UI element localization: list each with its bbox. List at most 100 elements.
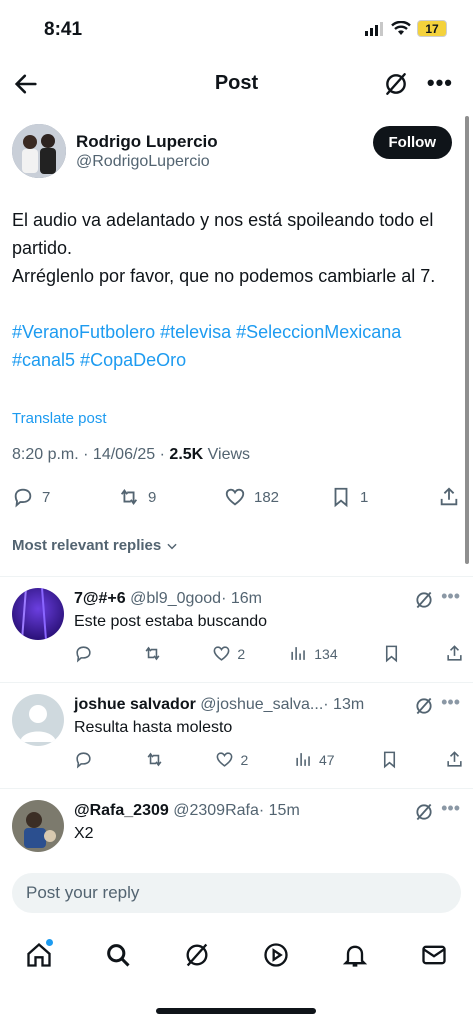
- reply-header: @Rafa_2309 @2309Rafa· 15m: [74, 802, 300, 820]
- play-icon: [264, 943, 288, 967]
- more-options-icon[interactable]: •••: [441, 586, 460, 607]
- divider: [0, 682, 473, 683]
- translate-post-link[interactable]: Translate post: [12, 410, 107, 427]
- author-avatar[interactable]: [12, 124, 66, 178]
- bookmark-button[interactable]: [382, 644, 401, 663]
- status-bar: 8:41 17: [0, 0, 473, 60]
- reply-icon: [76, 752, 91, 769]
- share-icon: [447, 645, 462, 661]
- grok-icon[interactable]: [414, 590, 434, 610]
- grok-icon[interactable]: [383, 71, 409, 97]
- nav-search[interactable]: [98, 935, 138, 975]
- status-icons: 17: [365, 20, 447, 37]
- post-actions: 7 9 182 1: [12, 482, 460, 512]
- bottom-nav: [0, 928, 473, 982]
- reply-text: Resulta hasta molesto: [74, 719, 233, 736]
- analytics-icon: [296, 753, 310, 766]
- reply-author-handle[interactable]: @2309Rafa: [173, 802, 259, 819]
- post-meta: 8:20 p.m. · 14/06/25 · 2.5K Views: [12, 446, 250, 464]
- replies-filter-dropdown[interactable]: Most relevant replies: [12, 537, 179, 554]
- views-count: 47: [318, 751, 335, 768]
- reply-button[interactable]: [74, 644, 99, 663]
- reply-header: 7@#+6 @bl9_0good· 16m: [74, 590, 262, 608]
- repost-count: 9: [148, 488, 157, 506]
- reply-author-handle[interactable]: @joshue_salva...: [200, 696, 323, 713]
- reply-author-name[interactable]: joshue salvador: [74, 696, 196, 713]
- more-options-icon[interactable]: •••: [427, 70, 453, 96]
- reply-actions: 2 134: [74, 644, 464, 663]
- chevron-down-icon: [167, 543, 177, 549]
- like-button[interactable]: 2: [215, 750, 248, 769]
- scrollbar[interactable]: [465, 116, 469, 564]
- reply-avatar[interactable]: [12, 694, 64, 746]
- views-count: 134: [314, 645, 338, 662]
- wifi-icon: [391, 21, 411, 35]
- reply-author-handle[interactable]: @bl9_0good: [130, 590, 221, 607]
- reply-item[interactable]: 7@#+6 @bl9_0good· 16m ••• Este post esta…: [12, 578, 464, 678]
- repost-button[interactable]: 9: [118, 486, 156, 508]
- grok-icon[interactable]: [414, 696, 434, 716]
- repost-button[interactable]: [143, 644, 168, 663]
- bookmark-icon: [334, 487, 348, 508]
- like-count: 182: [254, 488, 280, 506]
- repost-button[interactable]: [145, 750, 170, 769]
- reply-avatar[interactable]: [12, 588, 64, 640]
- nav-video[interactable]: [256, 935, 296, 975]
- reply-icon: [14, 488, 32, 508]
- repost-icon: [120, 489, 138, 505]
- reply-time: · 13m: [323, 696, 365, 713]
- share-button[interactable]: [438, 486, 460, 508]
- like-button[interactable]: 182: [224, 486, 279, 508]
- bookmark-button[interactable]: 1: [330, 486, 368, 508]
- more-options-icon[interactable]: •••: [441, 798, 460, 819]
- share-button[interactable]: [445, 644, 464, 663]
- heart-icon: [225, 488, 245, 506]
- like-button[interactable]: 2: [212, 644, 245, 663]
- home-indicator: [156, 1008, 316, 1014]
- author-handle[interactable]: @RodrigoLupercio: [76, 153, 210, 171]
- post-hashtags[interactable]: #VeranoFutbolero #televisa #SeleccionMex…: [12, 318, 452, 374]
- reply-avatar[interactable]: [12, 800, 64, 852]
- views-button[interactable]: 134: [289, 644, 338, 663]
- post-date: 8:20 p.m. · 14/06/25 ·: [12, 446, 170, 463]
- reply-input[interactable]: [12, 873, 461, 913]
- reply-icon: [76, 646, 91, 663]
- more-options-icon[interactable]: •••: [441, 692, 460, 713]
- signal-icon: [365, 21, 383, 36]
- reply-button[interactable]: [74, 750, 99, 769]
- reply-header: joshue salvador @joshue_salva...· 13m: [74, 696, 364, 714]
- share-icon: [440, 487, 458, 506]
- bell-icon: [342, 945, 367, 967]
- reply-time: · 15m: [258, 802, 300, 819]
- nav-home[interactable]: [19, 935, 59, 975]
- grok-icon: [186, 943, 208, 967]
- like-count: 2: [237, 645, 246, 662]
- reply-item[interactable]: joshue salvador @joshue_salva...· 13m ••…: [12, 684, 464, 784]
- reply-author-name[interactable]: @Rafa_2309: [74, 802, 169, 819]
- share-button[interactable]: [445, 750, 464, 769]
- nav-notifications[interactable]: [335, 935, 375, 975]
- views-button[interactable]: 47: [294, 750, 335, 769]
- reply-actions: 2 47: [74, 750, 464, 769]
- grok-icon[interactable]: [414, 802, 434, 822]
- post-text: El audio va adelantado y nos está spoile…: [12, 210, 436, 286]
- reply-button[interactable]: 7: [12, 486, 50, 508]
- bookmark-icon: [384, 751, 396, 769]
- nav-grok[interactable]: [177, 935, 217, 975]
- status-time: 8:41: [44, 19, 83, 40]
- share-icon: [447, 751, 462, 767]
- battery-indicator: 17: [417, 20, 447, 37]
- nav-messages[interactable]: [414, 935, 454, 975]
- repost-icon: [145, 646, 160, 661]
- follow-button[interactable]: Follow: [372, 126, 452, 159]
- bookmark-button[interactable]: [380, 750, 399, 769]
- top-bar: Post •••: [0, 60, 473, 110]
- reply-count: 7: [42, 488, 51, 506]
- reply-time: · 16m: [221, 590, 262, 607]
- reply-author-name[interactable]: 7@#+6: [74, 590, 126, 607]
- views-count: 2.5K: [169, 446, 204, 463]
- heart-icon: [213, 646, 230, 661]
- reply-composer: [0, 860, 473, 928]
- author-name[interactable]: Rodrigo Lupercio: [76, 132, 218, 152]
- repost-icon: [147, 752, 162, 767]
